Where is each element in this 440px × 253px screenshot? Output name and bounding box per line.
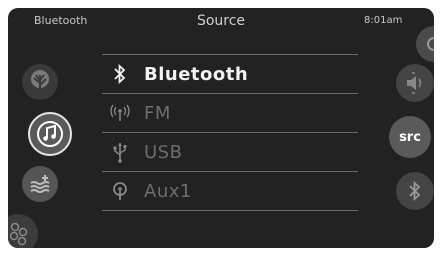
status-bar: Bluetooth Source 8:01am bbox=[8, 8, 434, 36]
bubbles-icon bbox=[9, 222, 28, 246]
left-nav-water-button[interactable] bbox=[22, 166, 58, 202]
tree-icon bbox=[31, 70, 49, 95]
device-screen: Bluetooth Source 8:01am Bluetooth FM USB… bbox=[8, 8, 434, 248]
volume-icon bbox=[407, 72, 422, 94]
water-waves-icon bbox=[30, 175, 50, 193]
radio-signal-icon bbox=[102, 104, 138, 122]
left-nav-music-button[interactable] bbox=[28, 112, 72, 156]
source-item-aux1[interactable]: Aux1 bbox=[102, 172, 358, 211]
source-item-fm[interactable]: FM bbox=[102, 94, 358, 133]
bluetooth-icon bbox=[409, 180, 421, 202]
power-icon bbox=[427, 37, 434, 51]
source-button-label: src bbox=[399, 129, 421, 145]
source-label: FM bbox=[144, 102, 171, 124]
source-label: Aux1 bbox=[144, 180, 192, 202]
usb-icon bbox=[102, 141, 138, 163]
source-item-bluetooth[interactable]: Bluetooth bbox=[102, 54, 358, 94]
source-label: USB bbox=[144, 141, 183, 163]
source-list: Bluetooth FM USB Aux1 bbox=[102, 54, 358, 211]
left-nav-bubbles-button[interactable] bbox=[8, 214, 38, 248]
right-nav-volume-button[interactable] bbox=[396, 64, 434, 102]
music-note-icon bbox=[37, 121, 63, 147]
source-label: Bluetooth bbox=[144, 63, 249, 85]
source-button[interactable]: src bbox=[389, 116, 431, 158]
left-nav-tree-button[interactable] bbox=[22, 64, 58, 100]
aux-input-icon bbox=[102, 181, 138, 201]
bluetooth-icon bbox=[102, 64, 138, 84]
right-nav-bluetooth-button[interactable] bbox=[396, 172, 434, 210]
source-item-usb[interactable]: USB bbox=[102, 133, 358, 172]
clock-time: 8:01am bbox=[364, 15, 403, 26]
